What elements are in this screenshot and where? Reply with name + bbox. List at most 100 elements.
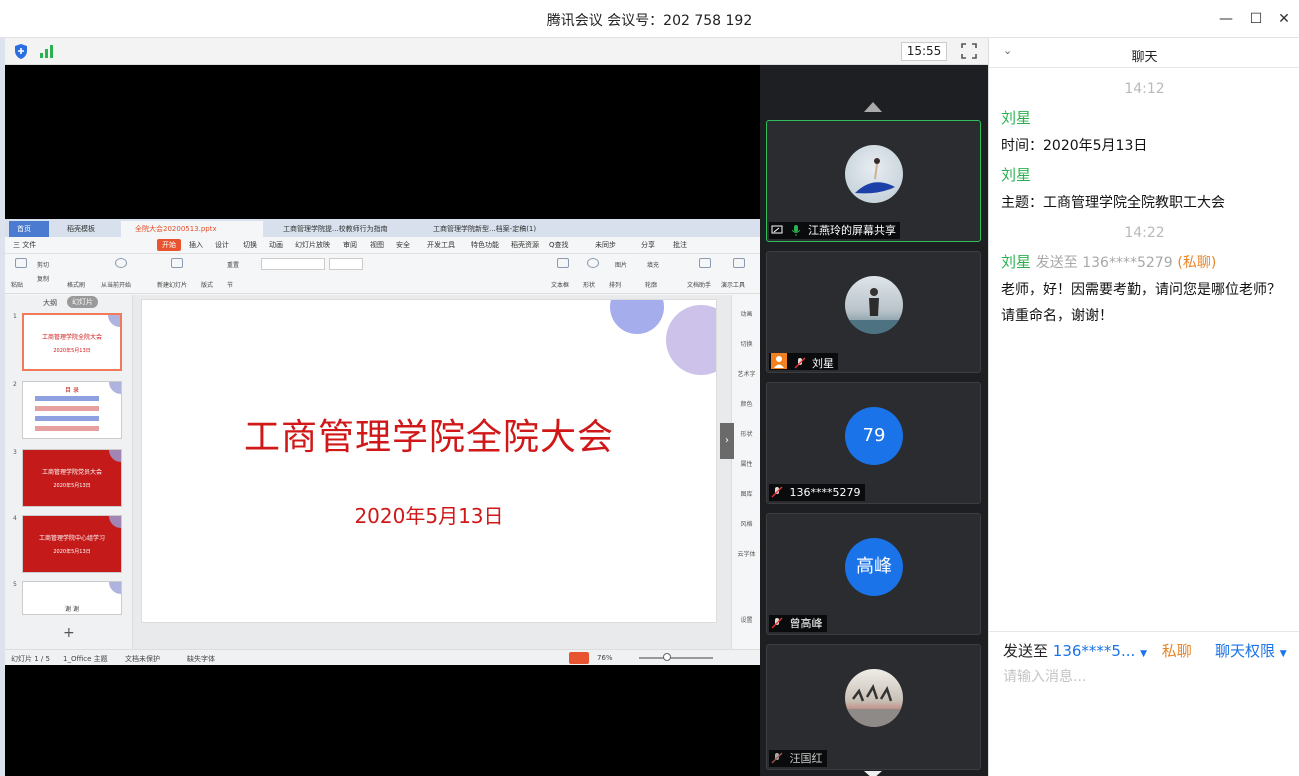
wps-tab-archive[interactable]: 工商管理学院新型...档案-定稿(1) — [419, 221, 565, 237]
menu-design[interactable]: 设计 — [215, 240, 229, 250]
ribbon-new-slide[interactable]: 新建幻灯片 — [157, 280, 187, 289]
fullscreen-icon[interactable] — [960, 42, 978, 60]
slide-thumb-2[interactable]: 目 录 — [22, 381, 122, 439]
zoom-slider-handle[interactable] — [663, 653, 671, 661]
shield-icon[interactable] — [13, 43, 29, 60]
side-tool-settings[interactable]: 设置 — [732, 615, 760, 624]
side-tool-color[interactable]: 颜色 — [732, 399, 760, 408]
menu-devtools[interactable]: 开发工具 — [427, 240, 455, 250]
participant-video-list: 江燕玲的屏幕共享 刘星 79 136****5279 高峰 曾高峰 汪国红 — [760, 65, 988, 776]
menu-comment[interactable]: 批注 — [673, 240, 687, 250]
side-tool-animation[interactable]: 动画 — [732, 309, 760, 318]
font-size-select[interactable] — [329, 258, 363, 270]
video-tile-5[interactable]: 汪国红 — [766, 644, 981, 770]
current-slide[interactable]: 工商管理学院全院大会 2020年5月13日 — [141, 299, 717, 623]
side-tool-gallery[interactable]: 图库 — [732, 489, 760, 498]
menu-insert[interactable]: 插入 — [189, 240, 203, 250]
toc-line — [35, 406, 99, 411]
ribbon-shape[interactable]: 形状 — [583, 280, 595, 289]
chat-message-input[interactable] — [1003, 666, 1293, 688]
video-tile-4[interactable]: 高峰 曾高峰 — [766, 513, 981, 635]
outline-tab[interactable]: 大纲 — [43, 298, 57, 308]
shape-icon[interactable] — [587, 258, 599, 268]
close-button[interactable]: ✕ — [1274, 9, 1294, 29]
status-zoom[interactable]: 76% — [597, 654, 613, 662]
menu-sync[interactable]: 未同步 — [595, 240, 616, 250]
collapse-panel-icon[interactable]: › — [720, 423, 734, 459]
menu-view[interactable]: 视图 — [370, 240, 384, 250]
ribbon-presentation-tools[interactable]: 演示工具 — [721, 280, 745, 289]
doc-helper-icon[interactable] — [699, 258, 711, 268]
menu-slideshow[interactable]: 幻灯片放映 — [295, 240, 330, 250]
ribbon-from-current[interactable]: 从当前开始 — [101, 280, 131, 289]
presentation-tools-icon[interactable] — [733, 258, 745, 268]
chat-timestamp: 14:12 — [1124, 81, 1165, 97]
scroll-up-icon[interactable] — [864, 102, 882, 112]
dropdown-arrow-icon[interactable]: ▼ — [1280, 649, 1287, 659]
ribbon-picture[interactable]: 图片 — [615, 260, 627, 269]
side-tool-transition[interactable]: 切换 — [732, 339, 760, 348]
ribbon-layout[interactable]: 版式 — [201, 280, 213, 289]
menu-find[interactable]: Q查找 — [549, 240, 569, 250]
font-name-select[interactable] — [261, 258, 325, 270]
slide-thumb-1[interactable]: 工商管理学院全院大会 2020年5月13日 — [22, 313, 122, 371]
wps-tab-guide[interactable]: 工商管理学院提...校教师行为指南 — [269, 221, 415, 237]
ribbon-paste[interactable]: 粘贴 — [11, 280, 23, 289]
send-to-selector[interactable]: 发送至 136****5... ▼ 私聊 — [1003, 640, 1192, 661]
play-icon[interactable] — [115, 258, 127, 268]
mic-off-icon — [794, 357, 805, 369]
paste-icon[interactable] — [15, 258, 27, 268]
slide-thumb-4[interactable]: 工商管理学院中心组学习 2020年5月13日 — [22, 515, 122, 573]
menu-features[interactable]: 特色功能 — [471, 240, 499, 250]
slide-thumb-3[interactable]: 工商管理学院党员大会 2020年5月13日 — [22, 449, 122, 507]
side-tool-wordart[interactable]: 艺术字 — [732, 369, 760, 378]
ribbon-section[interactable]: 节 — [227, 280, 233, 289]
chat-sender[interactable]: 刘星 — [1001, 164, 1031, 185]
ribbon-doc-helper[interactable]: 文档助手 — [687, 280, 711, 289]
ribbon-reset[interactable]: 重置 — [227, 260, 239, 269]
menu-security[interactable]: 安全 — [396, 240, 410, 250]
menu-animation[interactable]: 动画 — [269, 240, 283, 250]
send-to-target[interactable]: 136****5... — [1053, 642, 1135, 660]
ribbon-textbox[interactable]: 文本框 — [551, 280, 569, 289]
play-slideshow-button[interactable] — [569, 652, 589, 664]
video-tile-3[interactable]: 79 136****5279 — [766, 382, 981, 504]
ribbon-arrange[interactable]: 排列 — [609, 280, 621, 289]
chat-permission-dropdown[interactable]: 聊天权限 ▼ — [1215, 640, 1287, 661]
chat-sender[interactable]: 刘星 — [1001, 107, 1031, 128]
minimize-button[interactable]: — — [1216, 9, 1236, 29]
menu-docer[interactable]: 稻壳资源 — [511, 240, 539, 250]
dropdown-arrow-icon[interactable]: ▼ — [1140, 649, 1147, 659]
wps-tab-pptx[interactable]: 全院大会20200513.pptx — [121, 221, 263, 237]
status-protect[interactable]: 文档未保护 — [125, 654, 160, 664]
video-tile-1[interactable]: 江燕玲的屏幕共享 — [766, 120, 981, 242]
menu-transition[interactable]: 切换 — [243, 240, 257, 250]
textbox-icon[interactable] — [557, 258, 569, 268]
ribbon-cut[interactable]: 剪切 — [37, 260, 49, 269]
ribbon-format-painter[interactable]: 格式刷 — [67, 280, 85, 289]
menu-share[interactable]: 分享 — [641, 240, 655, 250]
video-tile-2[interactable]: 刘星 — [766, 251, 981, 373]
slide-thumb-5[interactable]: 谢 谢 — [22, 581, 122, 615]
wps-tab-home[interactable]: 首页 — [9, 221, 49, 237]
ribbon-outline[interactable]: 轮廓 — [645, 280, 657, 289]
scroll-down-icon[interactable] — [864, 771, 882, 776]
menu-file[interactable]: 三 文件 — [13, 240, 36, 250]
menu-review[interactable]: 审阅 — [343, 240, 357, 250]
chat-sender[interactable]: 刘星 — [1001, 253, 1031, 271]
side-tool-cloud-font[interactable]: 云字体 — [732, 549, 760, 558]
ribbon-fill[interactable]: 填充 — [647, 260, 659, 269]
status-missing-font[interactable]: 缺失字体 — [187, 654, 215, 664]
new-slide-icon[interactable] — [171, 258, 183, 268]
side-tool-style[interactable]: 风格 — [732, 519, 760, 528]
signal-icon[interactable] — [39, 44, 55, 58]
zoom-slider[interactable] — [639, 657, 713, 659]
wps-tab-templates[interactable]: 稻壳模板 — [53, 221, 115, 237]
add-slide-icon[interactable]: + — [63, 625, 75, 641]
menu-start[interactable]: 开始 — [157, 239, 181, 251]
side-tool-shape[interactable]: 形状 — [732, 429, 760, 438]
ribbon-copy[interactable]: 复制 — [37, 274, 49, 283]
slides-tab[interactable]: 幻灯片 — [67, 296, 98, 308]
side-tool-properties[interactable]: 属性 — [732, 459, 760, 468]
maximize-button[interactable]: ☐ — [1246, 9, 1266, 29]
